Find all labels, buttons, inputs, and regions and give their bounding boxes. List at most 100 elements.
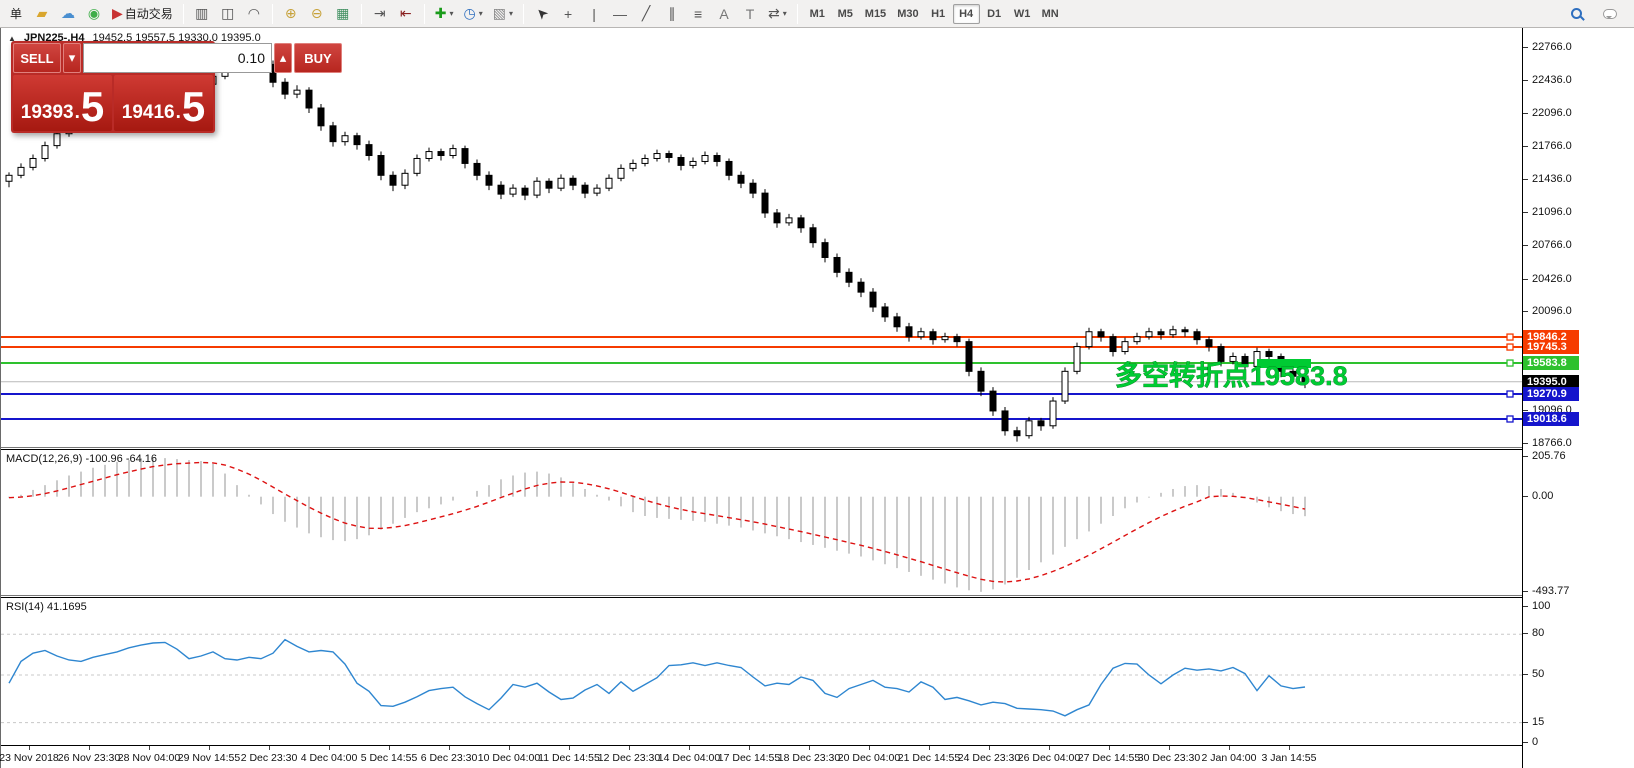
search-button[interactable] — [1564, 3, 1588, 25]
gold-icon[interactable]: ▰ — [30, 3, 54, 25]
gold-icon: ▰ — [37, 5, 48, 22]
trendline-icon[interactable]: ╱ — [634, 3, 658, 25]
volume-decrease-button[interactable]: ▾ — [63, 43, 81, 73]
new-order-label[interactable]: 单 — [4, 3, 28, 25]
trendline-icon: ╱ — [642, 5, 650, 22]
axis-tick-label: 20096.0 — [1523, 305, 1572, 317]
vertical-line-icon[interactable]: | — [582, 3, 606, 25]
price-pane[interactable]: 多空转折点19583.8 ▲ JPN225-,H4 19452.5 19557.… — [1, 28, 1522, 447]
main-toolbar: 单▰☁◉▶自动交易▥◫◠⊕⊖▦⇥⇤✚▾◷▾▧▾➤+|—╱∥≡AT⇄▾ M1M5M… — [0, 0, 1634, 28]
timeframe-button-d1[interactable]: D1 — [981, 4, 1008, 24]
horizontal-line-icon[interactable]: — — [608, 3, 632, 25]
axis-tick-label: 0.00 — [1523, 490, 1553, 502]
sell-price-pips: 5 — [81, 89, 104, 125]
toolbar-separator — [272, 4, 273, 24]
macd-pane[interactable]: MACD(12,26,9) -100.96 -64.16 — [1, 450, 1522, 595]
timeframe-button-m30[interactable]: M30 — [892, 4, 923, 24]
cloud-icon[interactable]: ☁ — [56, 3, 80, 25]
time-axis-tick — [929, 746, 930, 750]
time-axis-tick — [1049, 746, 1050, 750]
price-line-label: 19270.9 — [1523, 387, 1579, 401]
autotrading-icon-label: 自动交易 — [125, 5, 173, 22]
timeframe-button-mn[interactable]: MN — [1037, 4, 1064, 24]
arrows-icon[interactable]: ⇄▾ — [764, 3, 791, 25]
zoom-out-icon[interactable]: ⊖ — [305, 3, 329, 25]
chevron-down-icon[interactable]: ▾ — [783, 9, 787, 18]
tile-windows-icon[interactable]: ▦ — [331, 3, 355, 25]
chevron-down-icon[interactable]: ▾ — [450, 9, 454, 18]
zoom-out-icon: ⊖ — [311, 5, 323, 22]
buy-button[interactable]: BUY — [294, 43, 342, 73]
zoom-in-icon[interactable]: ⊕ — [279, 3, 303, 25]
time-axis-label: 18 Dec 23:30 — [778, 752, 840, 764]
time-axis-tick — [89, 746, 90, 750]
chat-icon — [1603, 9, 1617, 19]
candlestick-chart-icon: ◫ — [221, 5, 234, 22]
timeframe-button-m5[interactable]: M5 — [832, 4, 859, 24]
time-axis-label: 24 Dec 23:30 — [958, 752, 1020, 764]
broadcast-icon[interactable]: ◉ — [82, 3, 106, 25]
rsi-pane[interactable]: RSI(14) 41.1695 — [1, 598, 1522, 745]
sell-price-display[interactable]: 19393.5 — [13, 75, 112, 131]
time-axis-label: 2 Dec 23:30 — [241, 752, 298, 764]
arrows-icon: ⇄ — [768, 5, 780, 22]
turning-point-annotation: 多空转折点19583.8 — [1115, 360, 1348, 391]
chevron-down-icon[interactable]: ▾ — [479, 9, 483, 18]
timeframe-button-h1[interactable]: H1 — [925, 4, 952, 24]
axis-tick-label: 80 — [1523, 627, 1544, 639]
time-axis-tick — [1109, 746, 1110, 750]
buy-price-display[interactable]: 19416.5 — [114, 75, 213, 131]
autotrading-icon[interactable]: ▶自动交易 — [108, 3, 177, 25]
axis-tick-label: 22096.0 — [1523, 107, 1572, 119]
text-icon: A — [719, 6, 728, 22]
axis-tick-label: 22766.0 — [1523, 41, 1572, 53]
indicators-add-icon[interactable]: ✚▾ — [431, 3, 458, 25]
chart-shift-icon: ⇤ — [400, 5, 412, 22]
timeframe-button-w1[interactable]: W1 — [1009, 4, 1036, 24]
text-icon[interactable]: A — [712, 3, 736, 25]
time-axis-tick — [1229, 746, 1230, 750]
line-chart-icon[interactable]: ◠ — [242, 3, 266, 25]
time-axis-tick — [29, 746, 30, 750]
fibonacci-icon[interactable]: ≡ — [686, 3, 710, 25]
chat-button[interactable] — [1598, 3, 1622, 25]
time-axis-label: 20 Dec 04:00 — [838, 752, 900, 764]
bar-chart-icon[interactable]: ▥ — [190, 3, 214, 25]
period-clock-icon[interactable]: ◷▾ — [460, 3, 487, 25]
equidistant-channel-icon[interactable]: ∥ — [660, 3, 684, 25]
timeframe-button-h4[interactable]: H4 — [953, 4, 980, 24]
chevron-down-icon[interactable]: ▾ — [509, 9, 513, 18]
axis-tick-label: 18766.0 — [1523, 437, 1572, 449]
broadcast-icon: ◉ — [88, 5, 100, 22]
time-axis[interactable]: 23 Nov 201826 Nov 23:3028 Nov 04:0029 No… — [1, 745, 1522, 768]
sell-button[interactable]: SELL — [13, 43, 61, 73]
time-axis-label: 27 Dec 14:55 — [1078, 752, 1140, 764]
time-axis-tick — [989, 746, 990, 750]
buy-price-pips: 5 — [182, 89, 205, 125]
time-axis-tick — [1289, 746, 1290, 750]
time-axis-label: 12 Dec 23:30 — [598, 752, 660, 764]
candlestick-chart-icon[interactable]: ◫ — [216, 3, 240, 25]
time-axis-label: 21 Dec 14:55 — [898, 752, 960, 764]
cursor-icon[interactable]: ➤ — [530, 3, 554, 25]
time-axis-label: 6 Dec 23:30 — [421, 752, 478, 764]
volume-input[interactable] — [83, 43, 272, 73]
timeframe-button-m1[interactable]: M1 — [804, 4, 831, 24]
chart-shift-icon[interactable]: ⇤ — [394, 3, 418, 25]
sell-price-main: 19393 — [21, 103, 74, 122]
toolbar-separator — [797, 4, 798, 24]
time-axis-label: 14 Dec 04:00 — [658, 752, 720, 764]
template-icon[interactable]: ▧▾ — [489, 3, 517, 25]
crosshair-icon[interactable]: + — [556, 3, 580, 25]
timeframe-button-m15[interactable]: M15 — [860, 4, 891, 24]
time-axis-label: 10 Dec 04:00 — [478, 752, 540, 764]
axis-tick-label: 22436.0 — [1523, 74, 1572, 86]
text-label-icon[interactable]: T — [738, 3, 762, 25]
time-axis-tick — [509, 746, 510, 750]
rsi-label: RSI(14) 41.1695 — [6, 601, 87, 613]
price-axis-column[interactable]: 22766.022436.022096.021766.021436.021096… — [1522, 28, 1634, 768]
auto-scroll-icon[interactable]: ⇥ — [368, 3, 392, 25]
price-line-label: 19745.3 — [1523, 340, 1579, 354]
volume-increase-button[interactable]: ▴ — [274, 43, 292, 73]
template-icon: ▧ — [493, 5, 506, 22]
